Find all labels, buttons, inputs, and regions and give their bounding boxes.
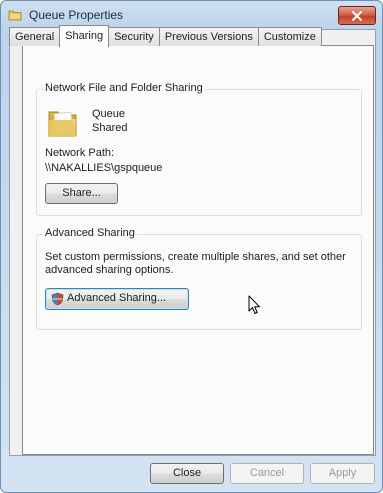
close-window-button[interactable] xyxy=(338,6,376,25)
share-button[interactable]: Share... xyxy=(45,183,118,204)
advanced-sharing-button[interactable]: Advanced Sharing... xyxy=(45,288,189,310)
close-icon xyxy=(352,10,362,21)
folder-name: Queue xyxy=(92,108,126,120)
apply-button[interactable]: Apply xyxy=(310,463,375,484)
advanced-sharing-label: Advanced Sharing xyxy=(43,227,137,239)
advanced-sharing-button-label: Advanced Sharing... xyxy=(67,292,167,304)
properties-window: Queue Properties General Sharing Securit… xyxy=(0,0,383,493)
tab-general[interactable]: General xyxy=(9,27,61,46)
network-sharing-label: Network File and Folder Sharing xyxy=(43,82,205,94)
tab-customize[interactable]: Customize xyxy=(257,27,322,46)
advanced-sharing-description-line1: Set custom permissions, create multiple … xyxy=(45,251,346,263)
shield-icon xyxy=(51,292,64,306)
tab-previous-versions[interactable]: Previous Versions xyxy=(158,27,259,46)
advanced-sharing-description-line2: advanced sharing options. xyxy=(45,264,174,276)
window-title: Queue Properties xyxy=(29,8,124,22)
folder-icon xyxy=(8,10,22,21)
mouse-pointer-icon xyxy=(248,295,260,314)
tab-security[interactable]: Security xyxy=(108,27,160,46)
folder-status: Shared xyxy=(92,122,128,134)
network-path-label: Network Path: xyxy=(45,147,115,159)
tab-bar: General Sharing Security Previous Versio… xyxy=(9,25,322,47)
close-button[interactable]: Close xyxy=(150,463,224,484)
network-path-value: \\NAKALLIES\gspqueue xyxy=(45,162,163,174)
cancel-button[interactable]: Cancel xyxy=(230,463,304,484)
shared-folder-icon xyxy=(48,111,77,137)
advanced-sharing-groupbox: Advanced Sharing xyxy=(36,227,362,330)
tab-sharing[interactable]: Sharing xyxy=(59,25,110,47)
